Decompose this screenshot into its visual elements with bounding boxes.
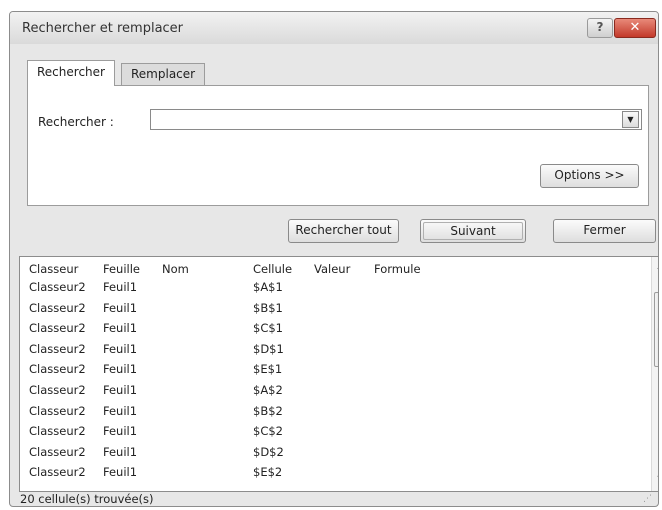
cell-classeur: Classeur2 <box>29 362 86 377</box>
cell-feuille: Feuil1 <box>103 444 138 459</box>
table-row[interactable]: Classeur2 Feuil1 $E$1 <box>20 362 642 383</box>
find-all-button[interactable]: Rechercher tout <box>288 219 399 243</box>
cell-classeur: Classeur2 <box>29 403 86 418</box>
cell-cellule: $A$2 <box>253 383 283 397</box>
table-row[interactable]: Classeur2 Feuil1 $A$2 <box>20 383 642 404</box>
cell-classeur: Classeur2 <box>29 383 86 397</box>
tab-remplacer-label: Remplacer <box>131 67 196 81</box>
cell-classeur: Classeur2 <box>29 424 86 439</box>
results-list[interactable]: Classeur Feuille Nom Cellule Valeur Form… <box>19 256 658 492</box>
column-header-cellule[interactable]: Cellule <box>253 262 292 276</box>
column-header-feuille[interactable]: Feuille <box>103 262 140 276</box>
find-replace-dialog: Rechercher et remplacer ? ✕ Rechercher R… <box>9 11 659 507</box>
cell-feuille: Feuil1 <box>103 424 138 439</box>
cell-cellule: $E$1 <box>253 362 283 377</box>
table-row[interactable]: Classeur2 Feuil1 $D$2 <box>20 445 642 466</box>
cell-cellule: $B$2 <box>253 403 283 418</box>
cell-feuille: Feuil1 <box>103 383 138 397</box>
cell-classeur: Classeur2 <box>29 341 86 356</box>
cell-feuille: Feuil1 <box>103 321 138 336</box>
column-header-formule[interactable]: Formule <box>374 262 421 276</box>
cell-classeur: Classeur2 <box>29 321 86 336</box>
cell-cellule: $E$2 <box>253 465 283 480</box>
dialog-title: Rechercher et remplacer <box>22 21 184 36</box>
next-button[interactable]: Suivant <box>420 219 526 243</box>
column-header-nom[interactable]: Nom <box>162 262 189 276</box>
table-row[interactable]: Classeur2 Feuil1 $C$2 <box>20 424 642 445</box>
cell-cellule: $C$2 <box>253 424 283 439</box>
tab-rechercher[interactable]: Rechercher <box>27 60 115 86</box>
cell-cellule: $B$1 <box>253 300 283 315</box>
search-input[interactable] <box>150 109 642 130</box>
tab-rechercher-label: Rechercher <box>37 65 105 79</box>
scroll-down-icon[interactable]: ▼ <box>653 474 658 483</box>
cell-feuille: Feuil1 <box>103 300 138 315</box>
cell-feuille: Feuil1 <box>103 280 138 294</box>
tab-remplacer[interactable]: Remplacer <box>121 63 206 85</box>
column-header-classeur[interactable]: Classeur <box>29 262 78 276</box>
cell-feuille: Feuil1 <box>103 362 138 377</box>
cell-classeur: Classeur2 <box>29 300 86 315</box>
results-scrollbar[interactable]: ▲ ≡ ▼ <box>651 257 658 491</box>
help-button[interactable]: ? <box>587 18 613 38</box>
cell-cellule: $A$1 <box>253 280 283 294</box>
table-row[interactable]: Classeur2 Feuil1 $E$2 <box>20 465 642 486</box>
cell-feuille: Feuil1 <box>103 403 138 418</box>
cell-cellule: $D$1 <box>253 341 284 356</box>
next-button-label: Suivant <box>423 222 523 240</box>
status-text: 20 cellule(s) trouvée(s) <box>20 492 154 506</box>
cell-feuille: Feuil1 <box>103 465 138 480</box>
table-row[interactable]: Classeur2 Feuil1 $C$1 <box>20 321 642 342</box>
chevron-down-icon[interactable]: ▼ <box>622 111 639 128</box>
cell-classeur: Classeur2 <box>29 280 86 294</box>
table-row[interactable]: Classeur2 Feuil1 $D$1 <box>20 342 642 363</box>
resize-grip-icon[interactable]: ⋰ <box>643 494 652 504</box>
cell-cellule: $C$1 <box>253 321 283 336</box>
cell-classeur: Classeur2 <box>29 444 86 459</box>
cell-feuille: Feuil1 <box>103 341 138 356</box>
close-icon[interactable]: ✕ <box>614 18 656 38</box>
table-row[interactable]: Classeur2 Feuil1 $A$1 <box>20 280 642 301</box>
column-header-valeur[interactable]: Valeur <box>314 262 350 276</box>
results-header: Classeur Feuille Nom Cellule Valeur Form… <box>20 257 642 279</box>
search-label: Rechercher : <box>38 115 114 129</box>
table-row[interactable]: Classeur2 Feuil1 $B$2 <box>20 404 642 425</box>
cell-cellule: $D$2 <box>253 444 284 459</box>
table-row[interactable]: Classeur2 Feuil1 $B$1 <box>20 301 642 322</box>
close-button[interactable]: Fermer <box>553 219 656 243</box>
status-bar: 20 cellule(s) trouvée(s) ⋰ <box>10 492 658 506</box>
title-bar[interactable]: Rechercher et remplacer ? ✕ <box>10 12 658 44</box>
options-button[interactable]: Options >> <box>540 164 639 188</box>
cell-classeur: Classeur2 <box>29 465 86 480</box>
scrollbar-thumb[interactable]: ≡ <box>654 292 658 367</box>
scroll-up-icon[interactable]: ▲ <box>653 261 658 270</box>
grip-icon: ≡ <box>657 326 658 334</box>
